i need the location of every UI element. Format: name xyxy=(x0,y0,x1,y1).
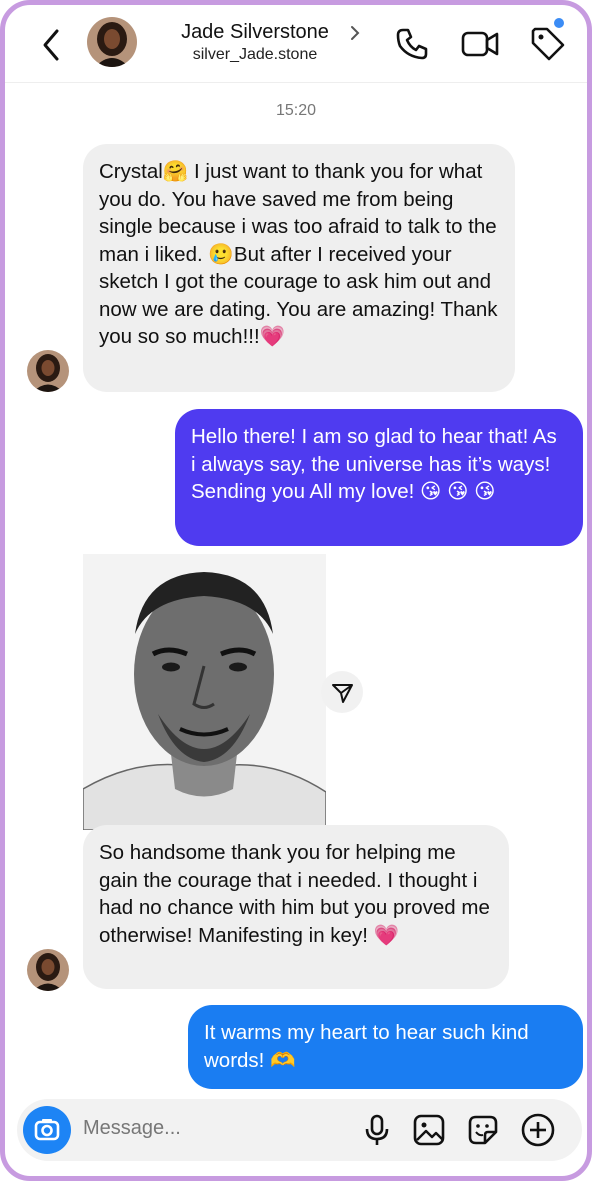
phone-frame: Jade Silverstone silver_Jade.stone 15:20… xyxy=(0,0,592,1181)
chat-header: Jade Silverstone silver_Jade.stone xyxy=(5,5,587,83)
share-icon[interactable] xyxy=(321,671,363,713)
sketch-image[interactable] xyxy=(83,554,326,830)
contact-name[interactable]: Jade Silverstone xyxy=(155,21,355,44)
outgoing-message[interactable]: It warms my heart to hear such kind word… xyxy=(188,1005,583,1089)
avatar[interactable] xyxy=(27,350,69,392)
message-composer: Message... xyxy=(17,1099,582,1161)
chevron-right-icon[interactable] xyxy=(345,23,365,43)
image-icon[interactable] xyxy=(412,1113,446,1147)
header-avatar[interactable] xyxy=(87,17,137,67)
video-icon[interactable] xyxy=(460,25,500,63)
tag-icon[interactable] xyxy=(527,23,567,63)
phone-icon[interactable] xyxy=(393,25,431,63)
plus-icon[interactable] xyxy=(520,1112,556,1148)
timestamp: 15:20 xyxy=(275,102,317,119)
sticker-icon[interactable] xyxy=(466,1113,500,1147)
camera-icon[interactable] xyxy=(23,1106,71,1154)
notification-dot xyxy=(554,18,564,28)
back-arrow-icon[interactable] xyxy=(35,25,67,65)
incoming-message[interactable]: So handsome thank you for helping me gai… xyxy=(83,825,509,989)
incoming-message[interactable]: Crystal🤗 I just want to thank you for wh… xyxy=(83,144,515,392)
avatar[interactable] xyxy=(27,949,69,991)
contact-username[interactable]: silver_Jade.stone xyxy=(155,46,355,64)
message-input[interactable]: Message... xyxy=(83,1117,181,1140)
mic-icon[interactable] xyxy=(361,1113,393,1147)
outgoing-message[interactable]: Hello there! I am so glad to hear that! … xyxy=(175,409,583,546)
